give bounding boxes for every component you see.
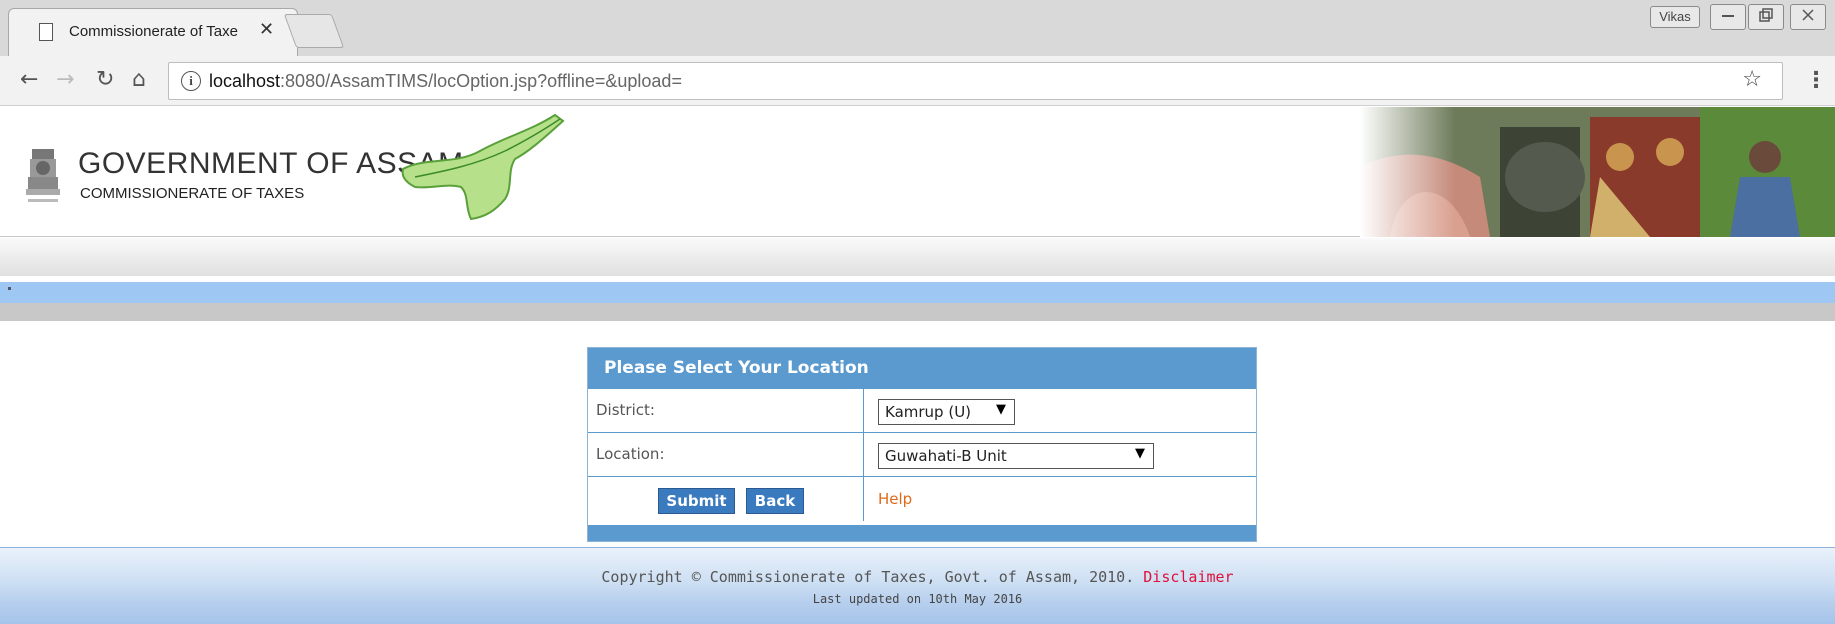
menu-icon[interactable]: ⋮ — [1805, 68, 1827, 93]
marker-dot — [8, 287, 11, 290]
back-icon[interactable]: ← — [20, 68, 38, 92]
user-badge[interactable]: Vikas — [1650, 6, 1700, 28]
close-window-button[interactable] — [1790, 4, 1826, 30]
url-path: :8080/AssamTIMS/locOption.jsp?offline=&u… — [280, 71, 682, 91]
assam-map-icon — [401, 113, 565, 221]
form-footer-bar — [588, 525, 1256, 541]
tab-title: Commissionerate of Taxe — [69, 23, 238, 40]
column-divider — [863, 433, 864, 477]
toolbar-band — [0, 238, 1835, 276]
site-header: GOVERNMENT OF ASSAM COMMISSIONERATE OF T… — [0, 107, 1835, 237]
dropdown-arrow-icon: ▼ — [996, 402, 1006, 417]
address-bar: ← → ↻ ⌂ i localhost:8080/AssamTIMS/locOp… — [0, 56, 1835, 106]
url-host: localhost — [209, 71, 281, 91]
location-label: Location: — [596, 445, 665, 463]
emblem-icon — [26, 149, 60, 202]
copyright-text: Copyright © Commissionerate of Taxes, Go… — [601, 568, 1135, 586]
minimize-icon — [1722, 15, 1734, 17]
browser-tab[interactable]: Commissionerate of Taxe ✕ — [8, 8, 298, 56]
district-value: Kamrup (U) — [885, 403, 972, 421]
close-icon — [1802, 9, 1814, 21]
page: GOVERNMENT OF ASSAM COMMISSIONERATE OF T… — [0, 107, 1835, 624]
browser-tab-bar: Commissionerate of Taxe ✕ Vikas — [0, 0, 1835, 56]
grey-strip — [0, 303, 1835, 321]
location-form: Please Select Your Location District: Ka… — [587, 347, 1257, 542]
submit-button[interactable]: Submit — [658, 488, 735, 514]
star-icon[interactable]: ☆ — [1742, 67, 1762, 92]
copyright-line: Copyright © Commissionerate of Taxes, Go… — [0, 568, 1835, 586]
dropdown-arrow-icon: ▼ — [1135, 446, 1145, 461]
back-button[interactable]: Back — [746, 488, 804, 514]
page-icon — [39, 23, 53, 41]
restore-button[interactable] — [1748, 4, 1784, 30]
help-link[interactable]: Help — [878, 490, 912, 508]
site-footer: Copyright © Commissionerate of Taxes, Go… — [0, 547, 1835, 624]
column-divider — [863, 477, 864, 521]
minimize-button[interactable] — [1710, 4, 1746, 30]
district-label: District: — [596, 401, 655, 419]
info-icon[interactable]: i — [181, 71, 201, 91]
culture-collage-image — [1360, 107, 1835, 237]
site-subtitle: COMMISSIONERATE OF TAXES — [80, 185, 305, 202]
close-tab-icon[interactable]: ✕ — [259, 19, 274, 40]
home-icon[interactable]: ⌂ — [132, 68, 146, 92]
forward-icon[interactable]: → — [56, 68, 74, 92]
action-row: Submit Back Help — [588, 476, 1256, 521]
restore-icon — [1759, 8, 1773, 22]
disclaimer-link[interactable]: Disclaimer — [1143, 568, 1233, 586]
location-select[interactable]: Guwahati-B Unit ▼ — [878, 443, 1154, 469]
location-value: Guwahati-B Unit — [885, 447, 1007, 465]
last-updated-text: Last updated on 10th May 2016 — [812, 592, 1023, 606]
form-heading: Please Select Your Location — [588, 348, 1256, 388]
blue-strip — [0, 282, 1835, 303]
district-select[interactable]: Kamrup (U) ▼ — [878, 399, 1015, 425]
column-divider — [863, 389, 864, 433]
reload-icon[interactable]: ↻ — [96, 68, 114, 92]
district-row: District: Kamrup (U) ▼ — [588, 388, 1256, 433]
location-row: Location: Guwahati-B Unit ▼ — [588, 432, 1256, 477]
url-input[interactable]: i localhost:8080/AssamTIMS/locOption.jsp… — [168, 62, 1783, 100]
url-text: localhost:8080/AssamTIMS/locOption.jsp?o… — [209, 71, 682, 92]
